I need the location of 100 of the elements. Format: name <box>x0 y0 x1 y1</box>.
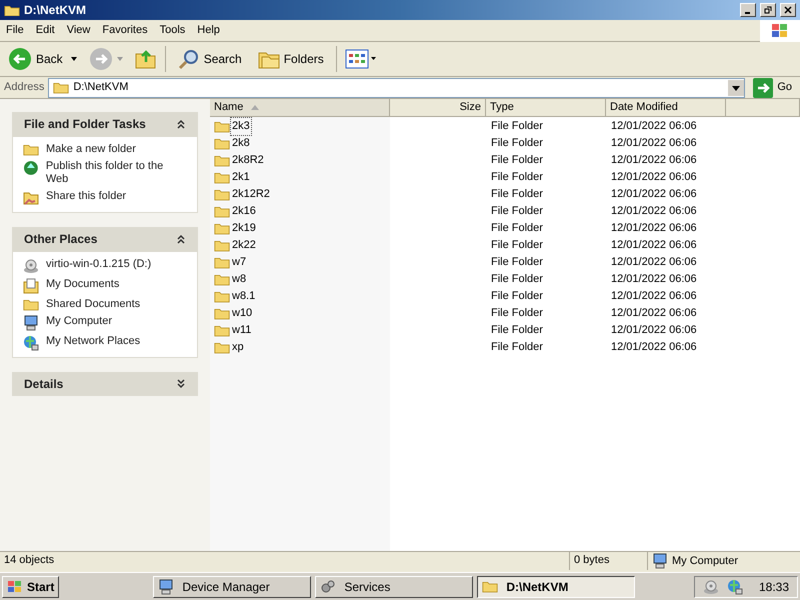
menu-item[interactable]: Favorites <box>96 20 154 41</box>
folder-icon <box>214 188 230 201</box>
collapse-icon[interactable] <box>176 234 186 244</box>
table-cell-text: 12/01/2022 06:06 <box>610 340 698 356</box>
computer-icon <box>158 578 174 594</box>
start-button[interactable]: Start <box>2 576 60 598</box>
collapse-icon[interactable] <box>176 119 186 129</box>
menu-item[interactable]: Tools <box>154 20 192 41</box>
file-name[interactable]: 2k8 <box>231 135 251 152</box>
column-header[interactable]: Type <box>486 99 606 116</box>
table-cell-text: 12/01/2022 06:06 <box>610 289 698 304</box>
restore-icon <box>764 6 772 14</box>
table-cell-text: 12/01/2022 06:06 <box>610 272 698 288</box>
computer-icon <box>23 315 39 331</box>
task-link[interactable]: My Network Places <box>46 335 140 348</box>
task-link[interactable]: virtio-win-0.1.215 (D:) <box>46 258 152 271</box>
folder-icon <box>214 290 230 303</box>
column-header[interactable]: Name <box>210 99 390 116</box>
file-name[interactable]: w8 <box>231 271 248 288</box>
table-cell-text: File Folder <box>490 323 544 338</box>
taskbar-button[interactable]: D:\NetKVM <box>477 576 636 598</box>
folder-icon <box>53 81 70 94</box>
column-header[interactable]: Date Modified <box>606 99 726 116</box>
file-name[interactable]: 2k8R2 <box>231 152 265 169</box>
table-cell-text: 12/01/2022 06:06 <box>610 187 698 202</box>
gears-icon <box>320 578 336 594</box>
folder-icon <box>214 256 230 269</box>
file-name[interactable]: xp <box>231 339 245 356</box>
panel-header[interactable]: Other Places <box>12 227 198 251</box>
taskbar-button[interactable]: Services <box>315 576 474 598</box>
menu-item[interactable]: View <box>60 20 96 41</box>
cd-drive-icon <box>23 258 39 274</box>
file-name[interactable]: w11 <box>231 322 252 339</box>
computer-icon <box>652 553 668 569</box>
menu-item[interactable]: Help <box>191 20 226 41</box>
folder-icon <box>214 239 230 252</box>
close-button[interactable] <box>780 3 796 17</box>
address-field[interactable]: D:\NetKVM <box>48 78 746 98</box>
network-icon <box>23 335 39 351</box>
file-name[interactable]: 2k12R2 <box>231 186 271 203</box>
task-link[interactable]: Share this folder <box>46 190 126 203</box>
taskbar-button[interactable]: Device Manager <box>153 576 312 598</box>
table-cell-text: File Folder <box>490 170 544 186</box>
panel-header[interactable]: Details <box>12 372 198 396</box>
folder-icon <box>214 222 230 235</box>
panel-header[interactable]: File and Folder Tasks <box>12 112 198 136</box>
table-cell-text: File Folder <box>490 306 544 322</box>
file-name[interactable]: 2k19 <box>231 220 257 237</box>
views-icon[interactable] <box>344 49 377 69</box>
menu-item[interactable]: File <box>0 20 30 41</box>
search-button[interactable]: Search <box>174 48 246 70</box>
windows-logo-icon <box>760 20 800 42</box>
table-cell-text: 12/01/2022 06:06 <box>610 153 698 168</box>
table-cell-text: File Folder <box>490 136 544 152</box>
task-link[interactable]: My Documents <box>46 278 120 291</box>
task-link[interactable]: Publish this folder to the Web <box>46 160 187 186</box>
table-cell-text: File Folder <box>490 255 544 270</box>
file-name[interactable]: 2k22 <box>231 237 257 254</box>
folders-button[interactable]: Folders <box>254 49 328 69</box>
task-link[interactable]: Shared Documents <box>46 298 140 311</box>
go-button[interactable]: Go <box>749 78 796 98</box>
table-cell-text: File Folder <box>490 289 544 304</box>
table-cell-text: 12/01/2022 06:06 <box>610 170 698 186</box>
file-name[interactable]: w7 <box>231 254 248 271</box>
windows-logo-icon <box>7 580 23 594</box>
search-icon <box>178 48 200 70</box>
table-cell-text: File Folder <box>490 340 544 356</box>
table-cell-text: File Folder <box>490 153 544 168</box>
folder-icon <box>214 307 230 320</box>
table-cell-text: File Folder <box>490 272 544 288</box>
shared-folder-icon <box>23 190 39 206</box>
folder-icon <box>214 154 230 167</box>
folder-icon <box>214 137 230 150</box>
table-cell-text: File Folder <box>490 119 544 134</box>
file-name[interactable]: w8.1 <box>231 288 256 305</box>
menu-item[interactable]: Edit <box>30 20 61 41</box>
file-name[interactable]: 2k3 <box>231 118 251 135</box>
folder-icon <box>482 580 498 593</box>
file-name[interactable]: 2k1 <box>231 169 251 186</box>
network-icon <box>726 578 743 594</box>
table-cell-text: 12/01/2022 06:06 <box>610 306 698 322</box>
file-name[interactable]: 2k16 <box>231 203 257 220</box>
file-name[interactable]: w10 <box>231 305 254 322</box>
folder-icon <box>214 341 230 354</box>
status-text: My Computer <box>672 554 738 569</box>
folder-icon <box>214 324 230 337</box>
dropdown-arrow-icon[interactable] <box>70 57 77 61</box>
column-header[interactable]: Size <box>390 99 486 116</box>
expand-icon[interactable] <box>176 379 186 389</box>
minimize-button[interactable] <box>740 3 756 17</box>
documents-icon <box>23 278 39 294</box>
restore-button[interactable] <box>760 3 776 17</box>
status-text: 14 objects <box>0 552 570 570</box>
table-cell-text: 12/01/2022 06:06 <box>610 136 698 152</box>
cd-drive-icon <box>702 578 719 594</box>
task-link[interactable]: Make a new folder <box>46 143 136 156</box>
task-link[interactable]: My Computer <box>46 315 112 328</box>
back-button[interactable]: Back <box>4 47 67 71</box>
table-cell-text: File Folder <box>490 187 544 202</box>
sort-arrow-icon <box>251 105 260 110</box>
